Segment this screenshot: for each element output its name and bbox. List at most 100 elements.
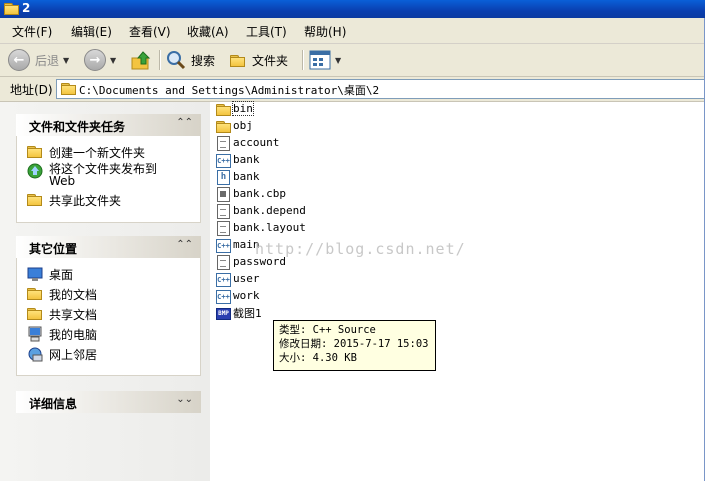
text-file-icon (216, 135, 230, 151)
file-item[interactable]: C++ user (216, 270, 260, 287)
new-folder-icon (27, 144, 43, 160)
cpp-file-icon: C++ (216, 153, 231, 168)
dropdown-arrow-icon[interactable]: ▼ (63, 56, 69, 65)
file-item[interactable]: C++ bank (216, 151, 260, 168)
details-panel-header[interactable]: 详细信息 ⌄⌄ (16, 391, 201, 413)
address-path: C:\Documents and Settings\Administrator\… (79, 84, 380, 97)
cpp-file-icon: C++ (216, 289, 231, 304)
address-input[interactable]: C:\Documents and Settings\Administrator\… (56, 79, 705, 99)
menu-view[interactable]: 查看(V) (129, 23, 171, 40)
back-arrow-icon: ← (8, 49, 30, 71)
place-my-computer[interactable]: 我的电脑 (27, 326, 97, 343)
window-title: 2 (22, 1, 31, 15)
folders-button[interactable]: 文件夹 (228, 48, 288, 72)
file-item[interactable]: h bank (216, 168, 260, 185)
address-bar: 地址(D) C:\Documents and Settings\Administ… (0, 77, 705, 102)
places-panel: 其它位置 ⌃⌃ 桌面 我的文档 共享文档 我的电脑 网上邻居 (16, 236, 201, 376)
place-network[interactable]: 网上邻居 (27, 346, 97, 363)
back-button[interactable]: ← 后退 ▼ (8, 48, 69, 72)
file-name: bank (233, 170, 260, 183)
my-computer-icon (27, 326, 43, 342)
search-label: 搜索 (191, 53, 216, 68)
file-name: bank (233, 153, 260, 166)
tooltip-size: 大小: 4.30 KB (279, 352, 357, 364)
menu-bar: 文件(F) 编辑(E) 查看(V) 收藏(A) 工具(T) 帮助(H) (0, 18, 705, 44)
desktop-icon (27, 266, 43, 282)
places-panel-body: 桌面 我的文档 共享文档 我的电脑 网上邻居 (16, 258, 201, 376)
up-folder-button[interactable] (131, 48, 153, 72)
toolbar: ← 后退 ▼ → ▼ 搜索 文件夹 ▼ (0, 44, 705, 77)
menu-file[interactable]: 文件(F) (12, 23, 52, 40)
places-panel-title: 其它位置 (29, 242, 78, 256)
file-item[interactable]: bank.cbp (216, 185, 286, 202)
file-name: user (233, 272, 260, 285)
tasks-panel: 文件和文件夹任务 ⌃⌃ 创建一个新文件夹 将这个文件夹发布到 Web 共享此文件… (16, 114, 201, 223)
views-button[interactable]: ▼ (309, 48, 341, 72)
views-icon (309, 50, 331, 70)
menu-help[interactable]: 帮助(H) (304, 23, 346, 40)
place-label: 网上邻居 (49, 348, 98, 362)
collapse-icon[interactable]: ⌃⌃ (176, 239, 193, 250)
file-item[interactable]: BMP 截图1 (216, 304, 262, 321)
title-bar[interactable]: 2 (0, 0, 705, 18)
file-item[interactable]: C++ main (216, 236, 260, 253)
place-shared-documents[interactable]: 共享文档 (27, 306, 97, 323)
place-label: 共享文档 (49, 308, 98, 322)
tasks-panel-title: 文件和文件夹任务 (29, 120, 126, 134)
toolbar-separator (159, 50, 161, 70)
details-panel: 详细信息 ⌄⌄ (16, 391, 201, 413)
task-new-folder[interactable]: 创建一个新文件夹 (27, 144, 145, 161)
details-panel-title: 详细信息 (29, 397, 78, 411)
file-name: 截图1 (233, 306, 262, 320)
shared-documents-icon (27, 306, 43, 322)
place-label: 桌面 (49, 268, 74, 282)
file-name: work (233, 289, 260, 302)
folder-icon (61, 83, 76, 95)
file-item[interactable]: obj (216, 117, 253, 134)
folders-icon (228, 52, 248, 68)
menu-tools[interactable]: 工具(T) (246, 23, 287, 40)
file-name: account (233, 136, 280, 149)
my-documents-icon (27, 286, 43, 302)
places-panel-header[interactable]: 其它位置 ⌃⌃ (16, 236, 201, 258)
search-button[interactable]: 搜索 (165, 48, 215, 72)
file-item[interactable]: account (216, 134, 279, 151)
place-desktop[interactable]: 桌面 (27, 266, 73, 283)
text-file-icon (216, 220, 230, 236)
expand-icon[interactable]: ⌄⌄ (176, 394, 193, 405)
file-item[interactable]: bin (216, 100, 254, 117)
file-name: bank.layout (233, 221, 306, 234)
up-folder-icon (131, 51, 151, 70)
menu-favorites[interactable]: 收藏(A) (187, 23, 229, 40)
forward-button[interactable]: → ▼ (84, 48, 116, 72)
dropdown-arrow-icon[interactable]: ▼ (110, 56, 116, 65)
header-file-icon: h (216, 169, 230, 185)
file-name: bank.cbp (233, 187, 286, 200)
task-publish-web[interactable]: 将这个文件夹发布到 Web (27, 163, 167, 187)
file-name: bin (232, 101, 254, 116)
place-my-documents[interactable]: 我的文档 (27, 286, 97, 303)
watermark: http://blog.csdn.net/ (255, 240, 466, 258)
place-label: 我的文档 (49, 288, 98, 302)
folder-icon (4, 3, 19, 15)
file-tooltip: 类型: C++ Source 修改日期: 2015-7-17 15:03 大小:… (273, 320, 436, 371)
tasks-panel-body: 创建一个新文件夹 将这个文件夹发布到 Web 共享此文件夹 (16, 136, 201, 223)
tasks-panel-header[interactable]: 文件和文件夹任务 ⌃⌃ (16, 114, 201, 136)
file-item[interactable]: bank.depend (216, 202, 306, 219)
forward-arrow-icon: → (84, 49, 106, 71)
folder-icon (216, 119, 231, 133)
cpp-file-icon: C++ (216, 238, 231, 253)
folder-icon (216, 102, 231, 116)
place-label: 我的电脑 (49, 328, 98, 342)
dropdown-arrow-icon[interactable]: ▼ (335, 56, 341, 65)
task-label: 共享此文件夹 (49, 194, 122, 208)
file-name: obj (233, 119, 253, 132)
task-label: 创建一个新文件夹 (49, 146, 146, 160)
publish-web-icon (27, 163, 43, 179)
tooltip-date: 修改日期: 2015-7-17 15:03 (279, 338, 429, 350)
file-item[interactable]: C++ work (216, 287, 260, 304)
menu-edit[interactable]: 编辑(E) (71, 23, 112, 40)
file-item[interactable]: bank.layout (216, 219, 306, 236)
task-share-folder[interactable]: 共享此文件夹 (27, 192, 121, 209)
collapse-icon[interactable]: ⌃⌃ (176, 117, 193, 128)
